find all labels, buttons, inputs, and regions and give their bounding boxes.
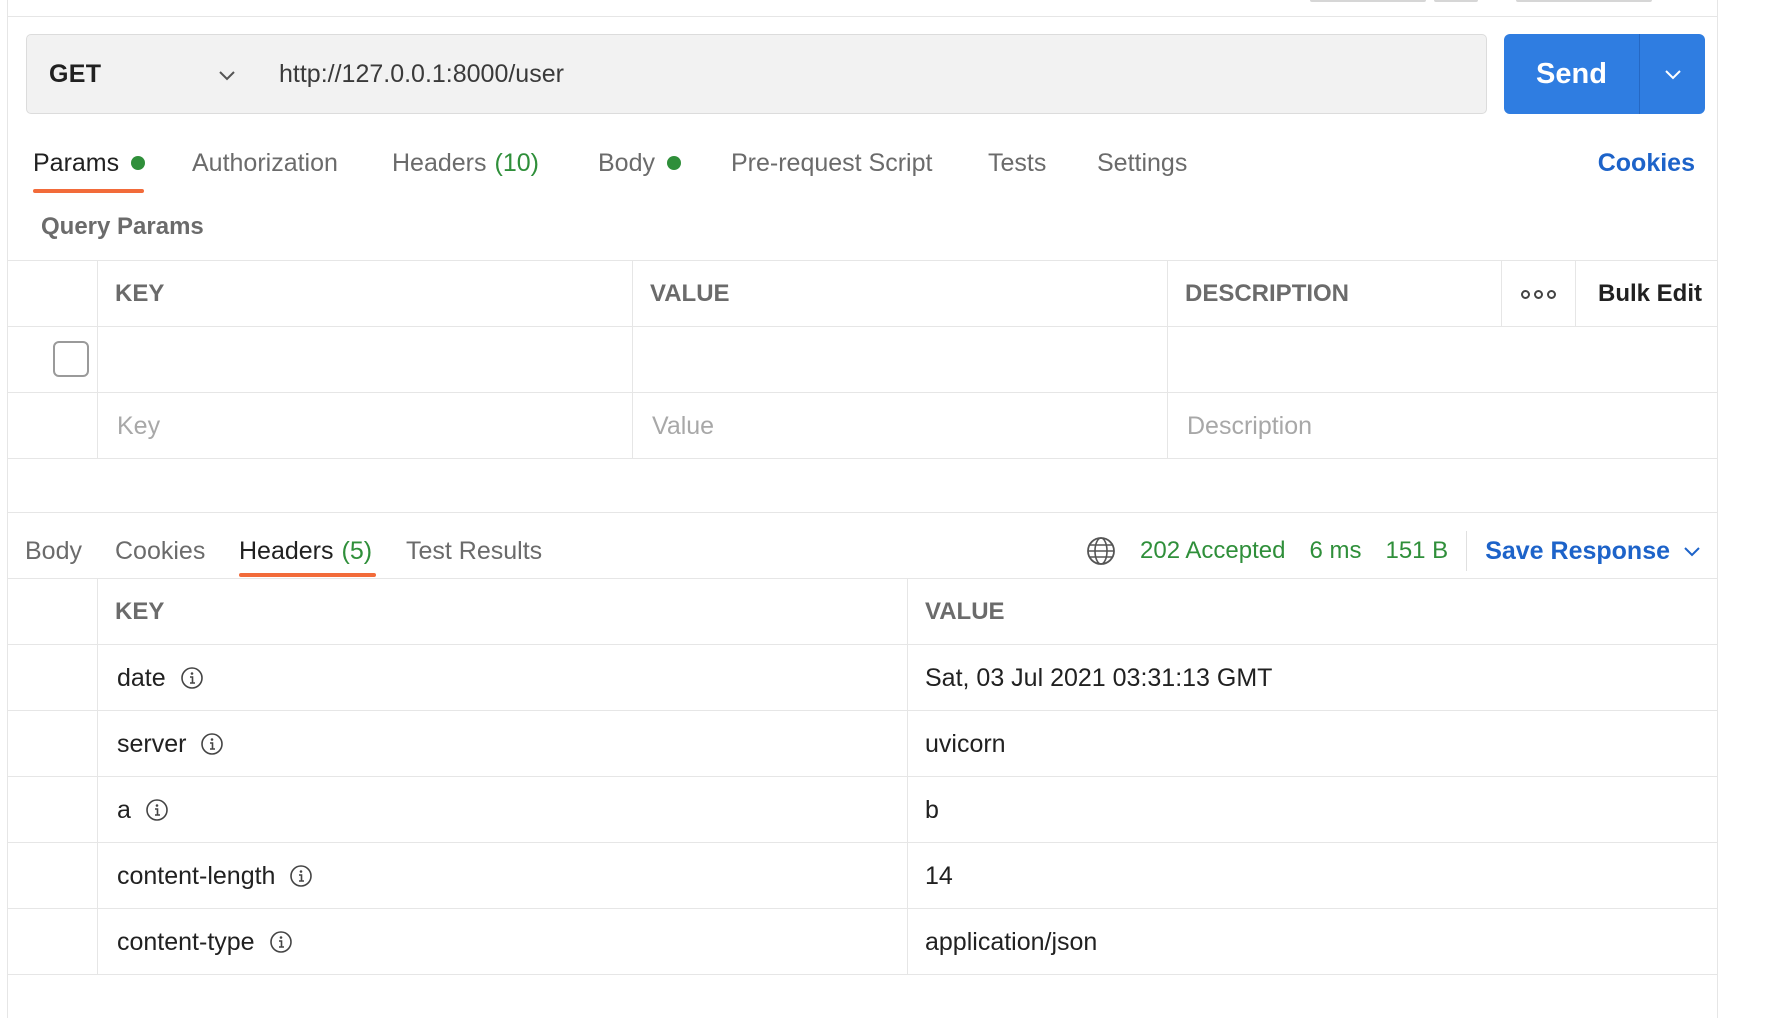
active-tab-underline bbox=[239, 573, 376, 577]
tab-params-label: Params bbox=[33, 148, 120, 177]
table-header-row: KEY VALUE bbox=[8, 579, 1717, 645]
globe-icon[interactable] bbox=[1086, 536, 1116, 566]
response-tab-body[interactable]: Body bbox=[25, 528, 82, 574]
header-key: server bbox=[117, 729, 187, 758]
table-header-row: KEY VALUE DESCRIPTION Bulk Edit bbox=[8, 261, 1717, 327]
url-input[interactable]: http://127.0.0.1:8000/user bbox=[257, 34, 1487, 114]
header-value-cell: Sat, 03 Jul 2021 03:31:13 GMT bbox=[907, 645, 1719, 711]
method-select[interactable]: GET bbox=[26, 34, 258, 114]
tab-pre-request-script[interactable]: Pre-request Script bbox=[731, 140, 932, 186]
column-header-key: KEY bbox=[97, 579, 907, 645]
tab-headers-label: Headers bbox=[392, 148, 487, 177]
params-indicator-dot bbox=[131, 156, 146, 170]
table-row-new: Key Value Description bbox=[8, 393, 1717, 459]
header-key-cell: server bbox=[97, 711, 907, 777]
status-code[interactable]: 202 Accepted bbox=[1140, 537, 1285, 565]
header-value-cell: uvicorn bbox=[907, 711, 1719, 777]
tab-headers[interactable]: Headers (10) bbox=[392, 140, 539, 186]
column-header-value: VALUE bbox=[907, 579, 1719, 645]
table-row: server uvicorn bbox=[8, 711, 1717, 777]
toolbar-remnant bbox=[1310, 0, 1426, 2]
send-split-divider bbox=[1639, 34, 1640, 114]
chevron-down-icon bbox=[1684, 547, 1700, 557]
info-icon[interactable] bbox=[269, 930, 293, 954]
query-params-table: KEY VALUE DESCRIPTION Bulk Edit Key Valu… bbox=[8, 260, 1717, 459]
response-headers-table: KEY VALUE date Sat, 03 Jul 2021 03:31:13… bbox=[8, 578, 1717, 975]
toolbar-remnant bbox=[1516, 0, 1652, 2]
header-value-cell: b bbox=[907, 777, 1719, 843]
new-param-description-input[interactable]: Description bbox=[1167, 393, 1719, 459]
tab-settings[interactable]: Settings bbox=[1097, 140, 1187, 186]
active-tab-underline bbox=[33, 189, 144, 193]
info-icon[interactable] bbox=[289, 864, 313, 888]
tab-authorization[interactable]: Authorization bbox=[192, 140, 338, 186]
request-workspace: GET http://127.0.0.1:8000/user Send Para… bbox=[7, 0, 1718, 1018]
table-row: a b bbox=[8, 777, 1717, 843]
response-tab-test-results[interactable]: Test Results bbox=[406, 528, 542, 574]
table-row: content-length 14 bbox=[8, 843, 1717, 909]
header-key: content-length bbox=[117, 861, 276, 890]
bulk-edit-button[interactable]: Bulk Edit bbox=[1575, 261, 1719, 327]
header-key: date bbox=[117, 663, 166, 692]
response-tab-headers[interactable]: Headers (5) bbox=[239, 528, 372, 574]
save-response-label: Save Response bbox=[1485, 536, 1671, 565]
header-key-cell: content-length bbox=[97, 843, 907, 909]
method-label: GET bbox=[49, 59, 102, 88]
header-key: a bbox=[117, 795, 131, 824]
tab-tests[interactable]: Tests bbox=[988, 140, 1046, 186]
response-headers-count: (5) bbox=[341, 536, 373, 565]
new-param-value-input[interactable]: Value bbox=[632, 393, 1167, 459]
more-options-button[interactable] bbox=[1501, 261, 1575, 327]
body-indicator-dot bbox=[666, 156, 681, 170]
param-description-cell[interactable] bbox=[1167, 327, 1719, 393]
request-response-divider bbox=[8, 512, 1717, 513]
cookies-link[interactable]: Cookies bbox=[1598, 140, 1695, 186]
chevron-down-icon bbox=[219, 71, 235, 81]
response-size[interactable]: 151 B bbox=[1385, 537, 1448, 565]
column-header-value: VALUE bbox=[632, 261, 1167, 327]
tab-body-label: Body bbox=[598, 148, 655, 177]
info-icon[interactable] bbox=[180, 666, 204, 690]
header-key-cell: a bbox=[97, 777, 907, 843]
tab-body[interactable]: Body bbox=[598, 140, 681, 186]
response-time[interactable]: 6 ms bbox=[1309, 537, 1361, 565]
toolbar-remnant bbox=[1434, 0, 1478, 2]
param-value-cell[interactable] bbox=[632, 327, 1167, 393]
table-row: content-type application/json bbox=[8, 909, 1717, 975]
response-tab-cookies[interactable]: Cookies bbox=[115, 528, 205, 574]
new-param-key-input[interactable]: Key bbox=[97, 393, 632, 459]
more-options-icon bbox=[1521, 289, 1556, 299]
tab-params[interactable]: Params bbox=[33, 140, 146, 186]
save-response-button[interactable]: Save Response bbox=[1485, 537, 1702, 566]
send-options-button[interactable] bbox=[1640, 34, 1705, 114]
header-key: content-type bbox=[117, 927, 255, 956]
meta-divider bbox=[1466, 531, 1468, 571]
bulk-edit-label: Bulk Edit bbox=[1598, 280, 1703, 307]
header-value-cell: application/json bbox=[907, 909, 1719, 975]
info-icon[interactable] bbox=[145, 798, 169, 822]
param-key-cell[interactable] bbox=[97, 327, 632, 393]
chevron-down-icon bbox=[1664, 70, 1681, 80]
send-button[interactable]: Send bbox=[1504, 34, 1639, 114]
response-tab-headers-label: Headers bbox=[239, 536, 334, 565]
header-key-cell: date bbox=[97, 645, 907, 711]
headers-count: (10) bbox=[494, 148, 539, 177]
request-tabs: Params Authorization Headers (10) Body Pr… bbox=[8, 140, 1717, 193]
column-header-description: DESCRIPTION bbox=[1167, 261, 1501, 327]
response-meta: 202 Accepted 6 ms 151 B Save Response bbox=[1086, 528, 1702, 574]
header-value-cell: 14 bbox=[907, 843, 1719, 909]
header-key-cell: content-type bbox=[97, 909, 907, 975]
column-header-key: KEY bbox=[97, 261, 632, 327]
query-params-title: Query Params bbox=[41, 213, 204, 240]
info-icon[interactable] bbox=[200, 732, 224, 756]
table-row: date Sat, 03 Jul 2021 03:31:13 GMT bbox=[8, 645, 1717, 711]
top-divider bbox=[8, 16, 1717, 17]
param-enable-checkbox[interactable] bbox=[53, 341, 89, 377]
table-row bbox=[8, 327, 1717, 393]
